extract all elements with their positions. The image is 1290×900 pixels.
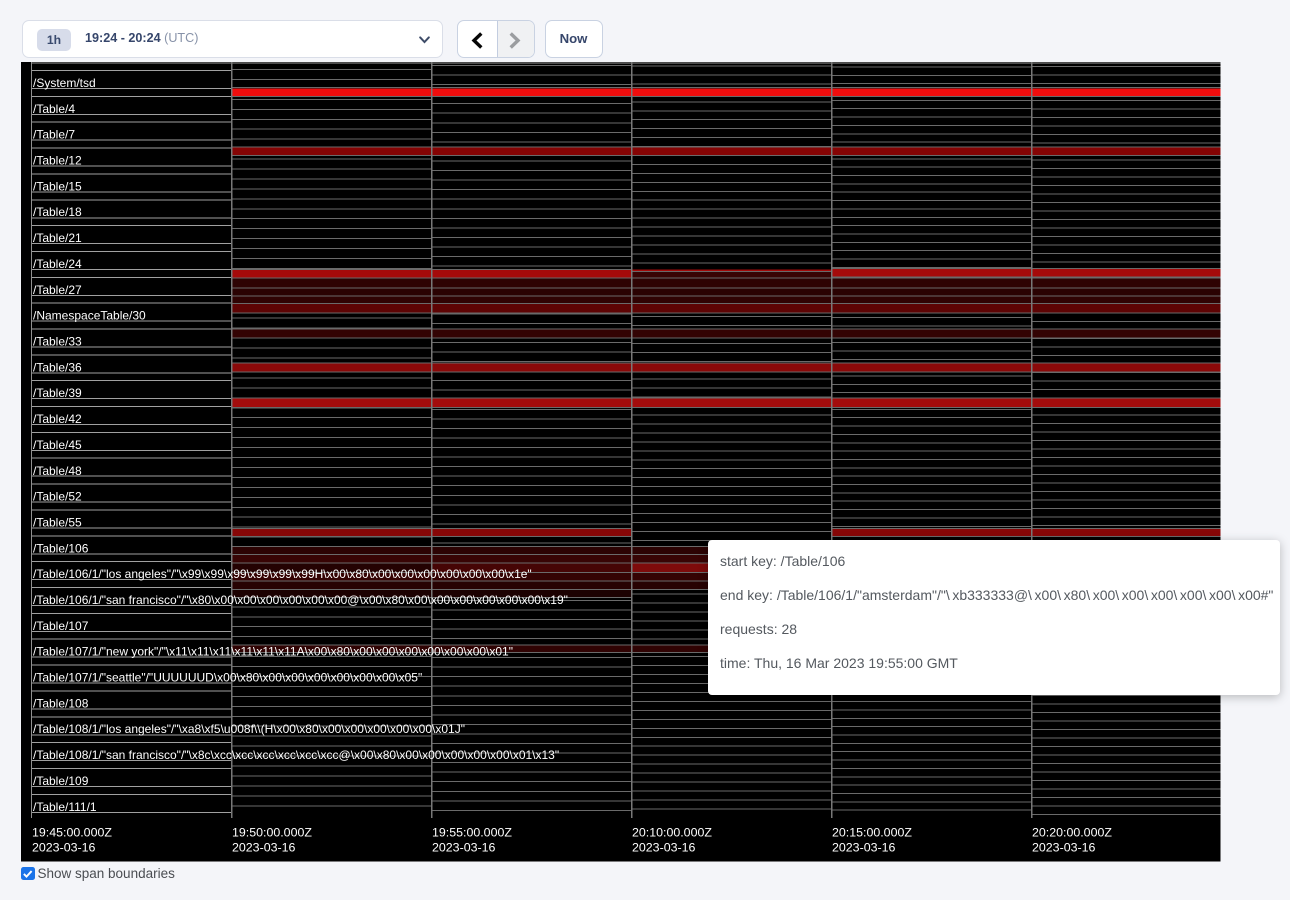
svg-text:/Table/107/1/"new york"/"\x11\: /Table/107/1/"new york"/"\x11\x11\x11\x1… [33,645,513,659]
svg-text:/Table/15: /Table/15 [33,179,82,193]
svg-text:/Table/42: /Table/42 [33,412,82,426]
svg-text:/Table/21: /Table/21 [33,231,82,245]
svg-text:/Table/108/1/"los angeles"/"\x: /Table/108/1/"los angeles"/"\xa8\xf5\u00… [33,722,465,736]
svg-text:/Table/33: /Table/33 [33,335,82,349]
svg-text:/Table/107: /Table/107 [33,619,89,633]
svg-text:/Table/106/1/"san francisco"/": /Table/106/1/"san francisco"/"\x80\x00\x… [33,593,568,607]
svg-text:/Table/36: /Table/36 [33,360,82,374]
svg-text:20:10:00.000Z: 20:10:00.000Z [632,826,712,840]
svg-text:/Table/27: /Table/27 [33,283,82,297]
svg-text:2023-03-16: 2023-03-16 [32,841,95,855]
svg-text:19:50:00.000Z: 19:50:00.000Z [232,826,312,840]
svg-text:20:20:00.000Z: 20:20:00.000Z [1032,826,1112,840]
svg-text:2023-03-16: 2023-03-16 [432,841,495,855]
svg-text:/Table/107/1/"seattle"/"UUUUUU: /Table/107/1/"seattle"/"UUUUUUD\x00\x80\… [33,671,422,685]
svg-text:/Table/48: /Table/48 [33,464,82,478]
svg-text:19:45:00.000Z: 19:45:00.000Z [32,826,112,840]
svg-text:/Table/109: /Table/109 [33,774,89,788]
svg-text:/NamespaceTable/30: /NamespaceTable/30 [33,309,146,323]
svg-text:/Table/108: /Table/108 [33,696,89,710]
svg-text:/Table/4: /Table/4 [33,102,75,116]
svg-text:2023-03-16: 2023-03-16 [232,841,295,855]
svg-text:20:15:00.000Z: 20:15:00.000Z [832,826,912,840]
svg-text:19:55:00.000Z: 19:55:00.000Z [432,826,512,840]
svg-text:/Table/7: /Table/7 [33,128,75,142]
svg-text:/Table/45: /Table/45 [33,438,82,452]
svg-text:/Table/108/1/"san francisco"/": /Table/108/1/"san francisco"/"\x8c\xcc\x… [33,748,559,762]
svg-text:/Table/24: /Table/24 [33,257,82,271]
svg-text:/Table/52: /Table/52 [33,490,82,504]
svg-text:/Table/39: /Table/39 [33,386,82,400]
svg-text:/Table/111/1: /Table/111/1 [33,800,97,814]
svg-text:/Table/55: /Table/55 [33,516,82,530]
svg-text:/System/tsd: /System/tsd [33,76,96,90]
svg-text:/Table/18: /Table/18 [33,205,82,219]
svg-text:/Table/12: /Table/12 [33,154,82,168]
svg-text:/Table/106: /Table/106 [33,541,89,555]
svg-text:2023-03-16: 2023-03-16 [1032,841,1095,855]
svg-text:2023-03-16: 2023-03-16 [632,841,695,855]
svg-text:/Table/106/1/"los angeles"/"\x: /Table/106/1/"los angeles"/"\x99\x99\x99… [33,567,532,581]
svg-text:2023-03-16: 2023-03-16 [832,841,895,855]
